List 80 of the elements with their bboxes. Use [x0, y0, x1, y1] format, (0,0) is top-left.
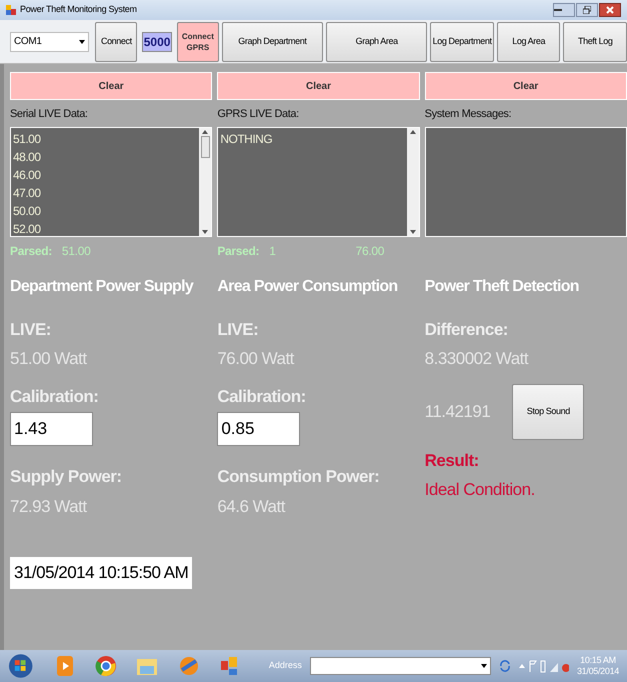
- section-heading: Department Power Supply: [10, 276, 194, 296]
- dropdown-arrow-icon: [480, 664, 486, 668]
- restore-icon: [583, 6, 591, 14]
- list-box[interactable]: [424, 126, 627, 236]
- browser-icon[interactable]: [94, 655, 116, 677]
- restore-button[interactable]: [576, 3, 598, 17]
- up-arrow-icon[interactable]: [202, 130, 208, 134]
- clock-time: 10:15 AM: [580, 655, 616, 666]
- list-box[interactable]: NOTHING: [217, 126, 420, 236]
- media-player-icon[interactable]: [55, 655, 75, 677]
- parsed-label: Parsed:: [10, 242, 52, 260]
- down-arrow-icon[interactable]: [410, 230, 416, 234]
- scrollbar[interactable]: [406, 128, 419, 236]
- list-line: 48.00: [13, 148, 42, 166]
- parsed-value: 1: [269, 242, 276, 260]
- start-button[interactable]: [8, 653, 34, 679]
- difference-value: 8.330002 Watt: [424, 348, 530, 370]
- parsed-value: 76.00: [356, 242, 384, 260]
- power-value: 72.93 Watt: [10, 496, 88, 518]
- refresh-icon[interactable]: [498, 660, 510, 672]
- list-line: 50.00: [13, 202, 42, 220]
- result-label: Result:: [424, 450, 480, 472]
- app-icon[interactable]: [178, 655, 200, 677]
- calibration-label: Calibration:: [217, 386, 307, 408]
- toolbar-button[interactable]: Graph Department: [222, 22, 324, 62]
- toolbar-button[interactable]: Log Area: [496, 22, 560, 62]
- close-button[interactable]: [599, 3, 621, 17]
- port-dropdown[interactable]: COM1: [10, 32, 90, 52]
- toolbar-button[interactable]: Log Department: [430, 22, 494, 62]
- minimize-button[interactable]: [553, 3, 575, 17]
- calibration-label: Calibration:: [10, 386, 100, 408]
- panel-label: GPRS LIVE Data:: [217, 107, 300, 122]
- baud-rate-display: 5000: [142, 32, 172, 52]
- dropdown-arrow-icon: [79, 40, 86, 44]
- minimize-icon: [554, 8, 562, 12]
- stop-sound-button[interactable]: Stop Sound: [512, 384, 584, 440]
- live-label: LIVE:: [10, 318, 52, 340]
- scroll-thumb[interactable]: [200, 136, 210, 158]
- list-box[interactable]: 51.00 48.00 46.00 47.00 50.00 52.00: [10, 126, 212, 236]
- parsed-label: Parsed:: [217, 242, 260, 260]
- clear-button[interactable]: Clear: [217, 72, 420, 100]
- scrollbar[interactable]: [199, 128, 212, 236]
- app-icon: [6, 5, 16, 15]
- clock-date: 31/05/2014: [576, 666, 619, 677]
- connect-gprs-button[interactable]: Connect GPRS: [177, 22, 219, 62]
- live-label: LIVE:: [217, 318, 260, 340]
- live-value: 76.00 Watt: [217, 348, 296, 370]
- live-value: 51.00 Watt: [10, 348, 88, 370]
- toolbar-button[interactable]: Graph Area: [326, 22, 428, 62]
- power-value: 64.6 Watt: [217, 496, 286, 518]
- power-label: Consumption Power:: [217, 466, 380, 488]
- connect-button[interactable]: Connect: [95, 22, 138, 62]
- down-arrow-icon[interactable]: [202, 230, 208, 234]
- list-line: 46.00: [13, 166, 42, 184]
- calibration-field[interactable]: 1.43: [10, 412, 93, 446]
- clear-button[interactable]: Clear: [424, 72, 627, 100]
- result-value: Ideal Condition.: [424, 479, 536, 501]
- address-label: Address: [268, 659, 302, 672]
- up-arrow-icon[interactable]: [410, 130, 416, 134]
- clear-button[interactable]: Clear: [10, 72, 212, 100]
- power-label: Supply Power:: [10, 466, 123, 488]
- panel-label: System Messages:: [424, 107, 512, 122]
- window-title: Power Theft Monitoring System: [20, 3, 137, 16]
- close-icon: [606, 6, 614, 14]
- list-line: 51.00: [13, 130, 42, 148]
- difference-label: Difference:: [424, 318, 509, 340]
- section-heading: Area Power Consumption: [217, 276, 398, 296]
- panel-label: Serial LIVE Data:: [10, 107, 89, 122]
- app-icon[interactable]: [219, 655, 239, 677]
- list-line: 47.00: [13, 184, 42, 202]
- list-line: NOTHING: [220, 130, 274, 148]
- ratio-value: 11.42191: [424, 400, 490, 423]
- parsed-value: 51.00: [62, 242, 90, 260]
- list-line: 52.00: [13, 220, 42, 238]
- toolbar-button[interactable]: Theft Log: [563, 22, 627, 62]
- tray-icons[interactable]: [518, 659, 569, 673]
- address-field[interactable]: [310, 657, 490, 675]
- section-heading: Power Theft Detection: [424, 276, 579, 296]
- timestamp: 31/05/2014 10:15:50 AM: [10, 557, 192, 588]
- calibration-field[interactable]: 0.85: [217, 412, 300, 446]
